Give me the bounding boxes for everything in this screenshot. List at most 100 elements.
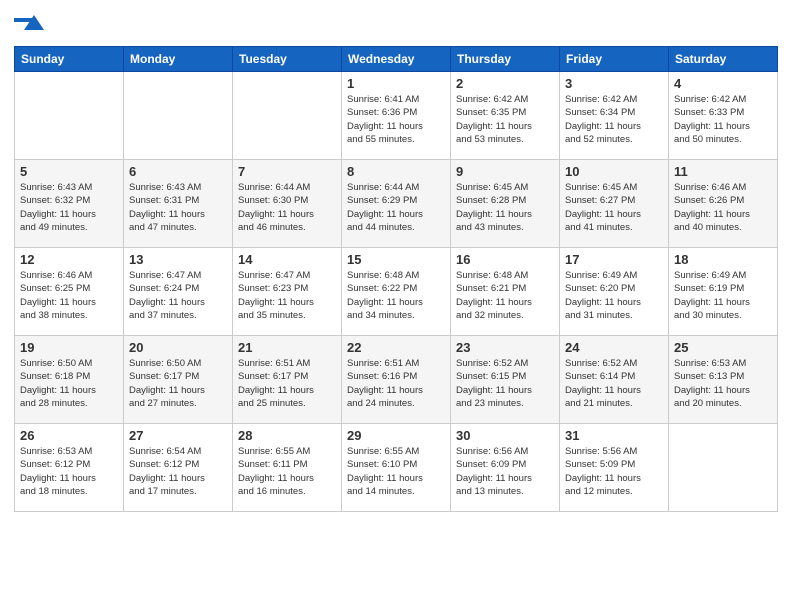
day-info: Sunrise: 6:46 AM Sunset: 6:25 PM Dayligh… xyxy=(20,269,118,322)
day-number: 5 xyxy=(20,164,118,179)
day-info: Sunrise: 6:51 AM Sunset: 6:17 PM Dayligh… xyxy=(238,357,336,410)
calendar-cell: 6Sunrise: 6:43 AM Sunset: 6:31 PM Daylig… xyxy=(124,160,233,248)
calendar-cell: 5 Sunrise: 6:43 AM Sunset: 6:32 PM Daylig… xyxy=(15,160,124,248)
day-info: Sunrise: 6:42 AM Sunset: 6:35 PM Dayligh… xyxy=(456,93,554,146)
day-info: Sunrise: 6:51 AM Sunset: 6:16 PM Dayligh… xyxy=(347,357,445,410)
calendar-cell xyxy=(124,72,233,160)
calendar-header: SundayMondayTuesdayWednesdayThursdayFrid… xyxy=(15,47,778,72)
day-info: Sunrise: 6:44 AM Sunset: 6:29 PM Dayligh… xyxy=(347,181,445,234)
day-number: 29 xyxy=(347,428,445,443)
day-info: Sunrise: 6:48 AM Sunset: 6:22 PM Dayligh… xyxy=(347,269,445,322)
day-number: 26 xyxy=(20,428,118,443)
day-info: Sunrise: 6:56 AM Sunset: 6:09 PM Dayligh… xyxy=(456,445,554,498)
calendar-cell: 4 Sunrise: 6:42 AM Sunset: 6:33 PM Daylig… xyxy=(669,72,778,160)
day-number: 17 xyxy=(565,252,663,267)
calendar-cell: 29 Sunrise: 6:55 AM Sunset: 6:10 PM Dayli… xyxy=(342,424,451,512)
calendar-cell: 15 Sunrise: 6:48 AM Sunset: 6:22 PM Dayli… xyxy=(342,248,451,336)
day-number: 16 xyxy=(456,252,554,267)
logo xyxy=(14,10,46,40)
weekday-row: SundayMondayTuesdayWednesdayThursdayFrid… xyxy=(15,47,778,72)
weekday-header-saturday: Saturday xyxy=(669,47,778,72)
calendar-cell: 30 Sunrise: 6:56 AM Sunset: 6:09 PM Dayli… xyxy=(451,424,560,512)
day-number: 24 xyxy=(565,340,663,355)
page-header xyxy=(14,10,778,40)
weekday-header-wednesday: Wednesday xyxy=(342,47,451,72)
calendar-cell xyxy=(233,72,342,160)
calendar-cell: 28 Sunrise: 6:55 AM Sunset: 6:11 PM Dayli… xyxy=(233,424,342,512)
day-info: Sunrise: 6:47 AM Sunset: 6:24 PM Dayligh… xyxy=(129,269,227,322)
calendar-cell: 14Sunrise: 6:47 AM Sunset: 6:23 PM Dayli… xyxy=(233,248,342,336)
calendar-cell: 16Sunrise: 6:48 AM Sunset: 6:21 PM Dayli… xyxy=(451,248,560,336)
day-number: 9 xyxy=(456,164,554,179)
weekday-header-friday: Friday xyxy=(560,47,669,72)
logo-icon xyxy=(14,10,44,40)
calendar-week-2: 5 Sunrise: 6:43 AM Sunset: 6:32 PM Daylig… xyxy=(15,160,778,248)
calendar-cell: 21 Sunrise: 6:51 AM Sunset: 6:17 PM Dayli… xyxy=(233,336,342,424)
calendar-cell: 26 Sunrise: 6:53 AM Sunset: 6:12 PM Dayli… xyxy=(15,424,124,512)
day-number: 1 xyxy=(347,76,445,91)
calendar-cell: 8 Sunrise: 6:44 AM Sunset: 6:29 PM Daylig… xyxy=(342,160,451,248)
day-number: 4 xyxy=(674,76,772,91)
calendar-cell: 13 Sunrise: 6:47 AM Sunset: 6:24 PM Dayli… xyxy=(124,248,233,336)
calendar-cell xyxy=(669,424,778,512)
day-number: 25 xyxy=(674,340,772,355)
calendar-cell: 20Sunrise: 6:50 AM Sunset: 6:17 PM Dayli… xyxy=(124,336,233,424)
day-number: 15 xyxy=(347,252,445,267)
day-info: Sunrise: 6:41 AM Sunset: 6:36 PM Dayligh… xyxy=(347,93,445,146)
calendar-cell: 3Sunrise: 6:42 AM Sunset: 6:34 PM Daylig… xyxy=(560,72,669,160)
day-number: 11 xyxy=(674,164,772,179)
day-info: Sunrise: 6:53 AM Sunset: 6:13 PM Dayligh… xyxy=(674,357,772,410)
calendar-cell: 1 Sunrise: 6:41 AM Sunset: 6:36 PM Daylig… xyxy=(342,72,451,160)
day-number: 10 xyxy=(565,164,663,179)
day-number: 22 xyxy=(347,340,445,355)
day-number: 8 xyxy=(347,164,445,179)
day-number: 28 xyxy=(238,428,336,443)
day-number: 27 xyxy=(129,428,227,443)
calendar-week-1: 1 Sunrise: 6:41 AM Sunset: 6:36 PM Daylig… xyxy=(15,72,778,160)
day-info: Sunrise: 6:49 AM Sunset: 6:19 PM Dayligh… xyxy=(674,269,772,322)
day-info: Sunrise: 6:44 AM Sunset: 6:30 PM Dayligh… xyxy=(238,181,336,234)
calendar-cell: 2Sunrise: 6:42 AM Sunset: 6:35 PM Daylig… xyxy=(451,72,560,160)
day-info: Sunrise: 6:53 AM Sunset: 6:12 PM Dayligh… xyxy=(20,445,118,498)
day-info: Sunrise: 6:55 AM Sunset: 6:10 PM Dayligh… xyxy=(347,445,445,498)
day-info: Sunrise: 6:47 AM Sunset: 6:23 PM Dayligh… xyxy=(238,269,336,322)
calendar-cell: 31 Sunrise: 5:56 AM Sunset: 5:09 PM Dayli… xyxy=(560,424,669,512)
calendar-week-3: 12 Sunrise: 6:46 AM Sunset: 6:25 PM Dayli… xyxy=(15,248,778,336)
calendar-cell: 23Sunrise: 6:52 AM Sunset: 6:15 PM Dayli… xyxy=(451,336,560,424)
calendar-table: SundayMondayTuesdayWednesdayThursdayFrid… xyxy=(14,46,778,512)
day-info: Sunrise: 6:42 AM Sunset: 6:33 PM Dayligh… xyxy=(674,93,772,146)
day-number: 13 xyxy=(129,252,227,267)
day-info: Sunrise: 6:43 AM Sunset: 6:32 PM Dayligh… xyxy=(20,181,118,234)
day-number: 7 xyxy=(238,164,336,179)
day-info: Sunrise: 6:52 AM Sunset: 6:15 PM Dayligh… xyxy=(456,357,554,410)
calendar-body: 1 Sunrise: 6:41 AM Sunset: 6:36 PM Daylig… xyxy=(15,72,778,512)
calendar-cell: 11 Sunrise: 6:46 AM Sunset: 6:26 PM Dayli… xyxy=(669,160,778,248)
day-info: Sunrise: 6:54 AM Sunset: 6:12 PM Dayligh… xyxy=(129,445,227,498)
calendar-cell: 27 Sunrise: 6:54 AM Sunset: 6:12 PM Dayli… xyxy=(124,424,233,512)
day-number: 20 xyxy=(129,340,227,355)
weekday-header-monday: Monday xyxy=(124,47,233,72)
day-number: 30 xyxy=(456,428,554,443)
day-info: Sunrise: 5:56 AM Sunset: 5:09 PM Dayligh… xyxy=(565,445,663,498)
page-container: SundayMondayTuesdayWednesdayThursdayFrid… xyxy=(0,0,792,522)
day-number: 3 xyxy=(565,76,663,91)
weekday-header-tuesday: Tuesday xyxy=(233,47,342,72)
day-info: Sunrise: 6:46 AM Sunset: 6:26 PM Dayligh… xyxy=(674,181,772,234)
calendar-week-4: 19Sunrise: 6:50 AM Sunset: 6:18 PM Dayli… xyxy=(15,336,778,424)
calendar-cell: 12 Sunrise: 6:46 AM Sunset: 6:25 PM Dayli… xyxy=(15,248,124,336)
calendar-cell: 19Sunrise: 6:50 AM Sunset: 6:18 PM Dayli… xyxy=(15,336,124,424)
day-number: 31 xyxy=(565,428,663,443)
calendar-cell: 22 Sunrise: 6:51 AM Sunset: 6:16 PM Dayli… xyxy=(342,336,451,424)
weekday-header-thursday: Thursday xyxy=(451,47,560,72)
day-number: 21 xyxy=(238,340,336,355)
day-number: 12 xyxy=(20,252,118,267)
day-info: Sunrise: 6:45 AM Sunset: 6:28 PM Dayligh… xyxy=(456,181,554,234)
calendar-cell: 10 Sunrise: 6:45 AM Sunset: 6:27 PM Dayli… xyxy=(560,160,669,248)
day-info: Sunrise: 6:55 AM Sunset: 6:11 PM Dayligh… xyxy=(238,445,336,498)
calendar-cell: 17Sunrise: 6:49 AM Sunset: 6:20 PM Dayli… xyxy=(560,248,669,336)
calendar-cell: 24Sunrise: 6:52 AM Sunset: 6:14 PM Dayli… xyxy=(560,336,669,424)
day-number: 19 xyxy=(20,340,118,355)
day-info: Sunrise: 6:43 AM Sunset: 6:31 PM Dayligh… xyxy=(129,181,227,234)
calendar-week-5: 26 Sunrise: 6:53 AM Sunset: 6:12 PM Dayli… xyxy=(15,424,778,512)
day-info: Sunrise: 6:45 AM Sunset: 6:27 PM Dayligh… xyxy=(565,181,663,234)
